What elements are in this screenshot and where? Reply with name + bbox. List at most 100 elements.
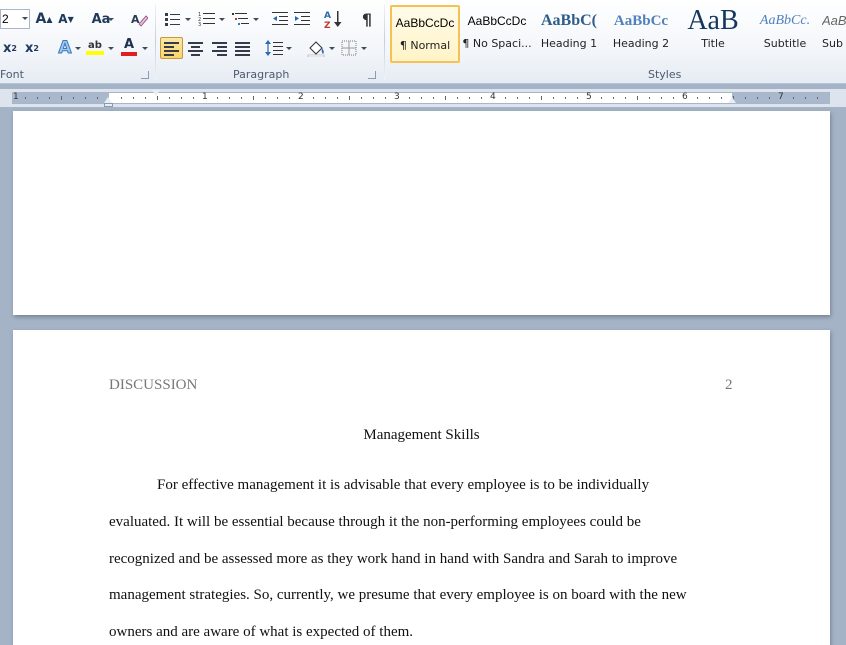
numbering-button[interactable]: 123: [196, 9, 218, 29]
borders-button[interactable]: [338, 37, 360, 59]
font-size-dropdown-arrow[interactable]: [22, 17, 28, 20]
ruler-tick: [541, 96, 542, 100]
bullets-button[interactable]: [162, 9, 184, 29]
highlight-color-swatch: [86, 50, 104, 55]
align-center-icon: [188, 41, 204, 56]
font-color-dropdown-arrow[interactable]: [142, 47, 148, 50]
multilevel-list-button[interactable]: [230, 9, 252, 29]
shrink-font-button[interactable]: A ▼: [56, 9, 76, 29]
ruler-number: 7: [778, 92, 784, 102]
line-spacing-button[interactable]: [264, 37, 286, 59]
ruler-tick: [217, 97, 218, 99]
justify-icon: [235, 41, 251, 56]
style-sample: AaBbC: [822, 13, 846, 28]
ruler-tick: [613, 97, 614, 99]
style-subtle-emphasis[interactable]: AaBbC Sub: [822, 5, 846, 63]
ruler-number: 6: [682, 92, 688, 102]
borders-dropdown-arrow[interactable]: [361, 47, 367, 50]
ruler-tick: [529, 97, 530, 99]
font-color-icon: A: [123, 37, 135, 52]
grow-font-button[interactable]: A ▲: [34, 9, 54, 29]
align-center-button[interactable]: [185, 37, 207, 59]
ruler-tick: [757, 97, 758, 99]
first-line-indent-marker[interactable]: [152, 90, 160, 96]
highlight-button[interactable]: ab: [84, 37, 106, 57]
show-formatting-marks-button[interactable]: ¶: [356, 8, 378, 30]
shrink-font-icon: A: [58, 12, 68, 26]
running-head[interactable]: DISCUSSION: [109, 377, 197, 394]
ruler-tick: [433, 97, 434, 99]
superscript-button[interactable]: x2: [22, 38, 42, 58]
ruler-tick: [61, 96, 62, 100]
shading-dropdown-arrow[interactable]: [329, 47, 335, 50]
ruler-tick: [289, 97, 290, 99]
bullets-icon: [165, 12, 181, 26]
shading-button[interactable]: [304, 37, 328, 59]
body-line[interactable]: For effective management it is advisable…: [157, 477, 649, 494]
style-name: ¶ Normal: [399, 39, 451, 52]
ruler-number: 1: [13, 92, 19, 102]
increase-indent-button[interactable]: [292, 9, 312, 29]
body-line[interactable]: evaluated. It will be essential because …: [109, 514, 641, 531]
style-normal[interactable]: AaBbCcDc ¶ Normal: [390, 5, 460, 63]
paragraph-dialog-launcher[interactable]: [368, 71, 376, 79]
style-name: Heading 1: [540, 37, 598, 50]
ruler-tick: [469, 97, 470, 99]
pilcrow-icon: ¶: [361, 9, 373, 29]
subscript-button[interactable]: x2: [0, 38, 20, 58]
bullets-dropdown-arrow[interactable]: [185, 18, 191, 21]
ruler-tick: [313, 97, 314, 99]
ruler-tick: [793, 97, 794, 99]
sort-button[interactable]: AZ: [322, 8, 344, 30]
style-sample: AaBbCcDc: [467, 14, 527, 28]
decrease-indent-button[interactable]: [270, 9, 290, 29]
style-name: Subtitle: [763, 37, 807, 50]
multilevel-list-dropdown-arrow[interactable]: [253, 18, 259, 21]
page-number[interactable]: 2: [725, 377, 733, 394]
clear-formatting-button[interactable]: A: [128, 8, 150, 30]
style-no-spacing[interactable]: AaBbCcDc ¶ No Spaci...: [462, 5, 532, 63]
ruler-tick: [421, 97, 422, 99]
justify-button[interactable]: [232, 37, 254, 59]
ruler-tick: [385, 97, 386, 99]
document-page-2[interactable]: DISCUSSION 2 Management Skills For effec…: [13, 330, 830, 645]
text-effects-button[interactable]: A: [54, 38, 76, 59]
style-title[interactable]: AaB Title: [678, 5, 748, 63]
line-spacing-dropdown-arrow[interactable]: [286, 47, 292, 50]
ruler-tick: [817, 97, 818, 99]
font-color-button[interactable]: A: [118, 37, 140, 57]
numbering-dropdown-arrow[interactable]: [219, 18, 225, 21]
ruler-tick: [745, 97, 746, 99]
body-line[interactable]: recognized and be assessed more as they …: [109, 551, 677, 568]
align-left-button[interactable]: [160, 37, 183, 59]
document-title[interactable]: Management Skills: [13, 427, 830, 444]
left-indent-marker[interactable]: [104, 103, 113, 107]
font-dialog-launcher[interactable]: [141, 71, 149, 79]
text-effects-dropdown-arrow[interactable]: [75, 47, 81, 50]
subscript-icon: x: [3, 40, 12, 56]
highlight-dropdown-arrow[interactable]: [108, 47, 114, 50]
style-heading-1[interactable]: AaBbC( Heading 1: [534, 5, 604, 63]
horizontal-ruler[interactable]: 1 1 2 3 4 5 6 7: [0, 89, 846, 107]
align-left-icon: [163, 41, 180, 56]
ruler-tick: [277, 97, 278, 99]
body-line[interactable]: management strategies. So, currently, we…: [109, 587, 687, 604]
ruler-tick: [577, 97, 578, 99]
style-heading-2[interactable]: AaBbCc Heading 2: [606, 5, 676, 63]
ruler-number: 5: [586, 92, 592, 102]
right-indent-marker[interactable]: [728, 97, 736, 103]
change-case-dropdown-arrow[interactable]: [108, 18, 114, 21]
style-name: ¶ No Spaci...: [462, 37, 532, 50]
ribbon-separator: [384, 4, 385, 80]
ruler-number: 3: [394, 92, 400, 102]
style-sample: AaBbCc: [613, 13, 669, 29]
document-page-1[interactable]: [13, 111, 830, 315]
ruler-tick: [625, 97, 626, 99]
ruler-tick: [481, 97, 482, 99]
ruler-tick: [769, 97, 770, 99]
align-right-button[interactable]: [209, 37, 231, 59]
ruler-tick: [805, 97, 806, 99]
body-line[interactable]: owners and are aware of what is expected…: [109, 624, 413, 641]
style-subtitle[interactable]: AaBbCc. Subtitle: [750, 5, 820, 63]
style-name: Title: [701, 37, 725, 50]
